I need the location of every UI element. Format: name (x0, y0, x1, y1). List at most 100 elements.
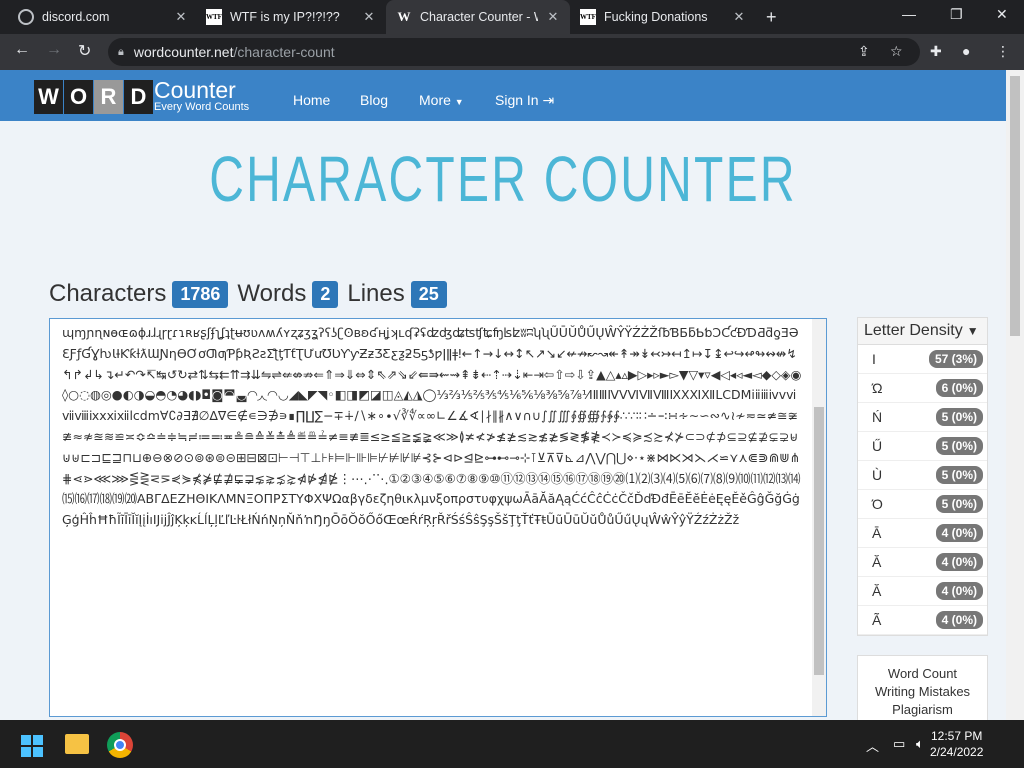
close-icon[interactable]: ✕ (362, 9, 376, 25)
site-header: W O R D Counter Every Word Counts Home B… (0, 70, 1006, 121)
density-char: Ă (872, 583, 882, 599)
counter-stats: Characters 1786 Words 2 Lines 25 (49, 280, 450, 308)
forward-icon[interactable]: → (46, 41, 62, 59)
density-row: I 57 (3%) (858, 345, 987, 374)
density-row: Ù 5 (0%) (858, 461, 987, 490)
taskbar: ︿ ▭ 🔈︎ 12:57 PM 2/24/2022 (0, 720, 1024, 768)
nav-blog[interactable]: Blog (360, 92, 388, 108)
density-count: 4 (0%) (935, 611, 983, 629)
text-input-area[interactable]: ɰɱɲɳɴɵɶɷɸɹɺɻɼɽɾɿʀʁʂʃʄʅʆʇʈʉʊʋʌʍʎʏʐʑʒʓʔʕʖʗ… (49, 318, 827, 717)
lines-count-badge: 25 (410, 280, 447, 308)
clock-time: 12:57 PM (931, 729, 983, 743)
chrome-icon[interactable] (107, 732, 133, 758)
tab-title: Character Counter - W (420, 10, 538, 24)
restore-icon[interactable]: ❐ (950, 6, 963, 23)
nav-sign-in[interactable]: Sign In ⇥ (495, 92, 554, 109)
logo-letter: W (34, 80, 63, 114)
page-heading: CHARACTER COUNTER (209, 143, 797, 215)
logo-title: Counter (154, 77, 236, 103)
wtf-favicon-icon: WTF (580, 9, 596, 25)
caret-down-icon: ▼ (454, 97, 464, 107)
clock-date: 2/24/2022 (930, 745, 984, 759)
density-row: Ű 5 (0%) (858, 432, 987, 461)
volume-icon[interactable]: 🔈︎ (916, 736, 924, 752)
lines-label: Lines (347, 280, 405, 307)
logo-tagline: Every Word Counts (154, 101, 250, 113)
density-count: 4 (0%) (935, 524, 983, 542)
link-word-count[interactable]: Word Count (858, 665, 987, 683)
words-count-badge: 2 (312, 280, 339, 308)
reload-icon[interactable]: ↻ (78, 41, 91, 61)
density-char: Ă (872, 554, 882, 570)
lock-icon[interactable]: 🔒︎ (118, 46, 124, 59)
system-clock[interactable]: 12:57 PM 2/24/2022 (930, 728, 983, 760)
density-count: 4 (0%) (935, 582, 983, 600)
density-row: Ă 4 (0%) (858, 577, 987, 606)
tab-title: WTF is my IP?!?!?? (230, 10, 340, 24)
navigation-bar: ← → ↻ 🔒︎ wordcounter.net/character-count… (0, 34, 1024, 70)
globe-icon (18, 9, 34, 25)
density-char: Ό (872, 496, 883, 512)
density-char: Ã (872, 612, 882, 628)
density-char: Ń (872, 409, 883, 425)
tab-title: Fucking Donations (604, 10, 708, 24)
link-writing-mistakes[interactable]: Writing Mistakes (858, 683, 987, 701)
back-icon[interactable]: ← (14, 41, 30, 59)
close-icon[interactable]: ✕ (174, 9, 188, 25)
minimize-icon[interactable]: — (902, 6, 916, 22)
nav-home[interactable]: Home (293, 92, 330, 108)
link-plagiarism[interactable]: Plagiarism (858, 701, 987, 719)
density-count: 5 (0%) (935, 495, 983, 513)
scrollbar-thumb[interactable] (814, 407, 824, 675)
logo-letter: D (124, 80, 153, 114)
site-logo[interactable]: W O R D (34, 80, 154, 114)
tab-wtf-ip[interactable]: WTF WTF is my IP?!?!?? ✕ (196, 0, 386, 34)
density-char: Ώ (872, 380, 883, 396)
address-path: /character-count (233, 44, 335, 60)
close-icon[interactable]: ✕ (546, 9, 560, 25)
tab-discord[interactable]: discord.com ✕ (8, 0, 198, 34)
density-count: 57 (3%) (928, 350, 983, 368)
window-close-icon[interactable]: ✕ (996, 6, 1008, 23)
density-row: Ώ 6 (0%) (858, 374, 987, 403)
density-char: I (872, 351, 876, 367)
tray-chevron-up-icon[interactable]: ︿ (866, 736, 879, 755)
density-row: Ã 4 (0%) (858, 606, 987, 635)
logo-letter: R (94, 80, 123, 114)
bookmark-star-icon[interactable]: ☆ (890, 43, 903, 60)
nav-more[interactable]: More ▼ (419, 92, 464, 108)
density-char: Ù (872, 467, 883, 483)
density-row: Ā 4 (0%) (858, 519, 987, 548)
characters-label: Characters (49, 280, 167, 307)
words-label: Words (237, 280, 307, 307)
density-row: Ń 5 (0%) (858, 403, 987, 432)
file-explorer-icon[interactable] (65, 734, 89, 754)
density-row: Ό 5 (0%) (858, 490, 987, 519)
network-icon[interactable]: ▭ (893, 736, 905, 752)
tab-bar: discord.com ✕ WTF WTF is my IP?!?!?? ✕ W… (0, 0, 1024, 34)
nav-more-label: More (419, 92, 451, 108)
share-icon[interactable]: ⇪ (858, 43, 870, 60)
density-char: Ű (872, 438, 883, 454)
address-bar[interactable]: 🔒︎ wordcounter.net/character-count (108, 38, 920, 66)
chevron-down-icon[interactable]: ▼ (967, 324, 979, 338)
menu-kebab-icon[interactable]: ⋮ (996, 43, 1010, 60)
web-page: W O R D Counter Every Word Counts Home B… (0, 70, 1024, 720)
density-count: 5 (0%) (935, 437, 983, 455)
wtf-favicon-icon: WTF (206, 9, 222, 25)
tab-character-counter[interactable]: W Character Counter - W ✕ (386, 0, 570, 34)
page-scrollbar-thumb[interactable] (1010, 76, 1020, 336)
extensions-icon[interactable]: ✚ (930, 43, 942, 60)
new-tab-icon[interactable]: + (766, 7, 777, 28)
density-count: 6 (0%) (935, 379, 983, 397)
page-scrollbar[interactable] (1006, 70, 1024, 720)
close-icon[interactable]: ✕ (732, 9, 746, 25)
logo-text[interactable]: Counter Every Word Counts (154, 77, 250, 114)
profile-icon[interactable]: ● (962, 43, 970, 59)
textarea-scrollbar[interactable] (812, 319, 826, 716)
text-content[interactable]: ɰɱɲɳɴɵɶɷɸɹɺɻɼɽɾɿʀʁʂʃʄʅʆʇʈʉʊʋʌʍʎʏʐʑʒʓʔʕʖʗ… (62, 323, 802, 715)
w-favicon-icon: W (396, 9, 412, 25)
tab-donations[interactable]: WTF Fucking Donations ✕ (570, 0, 756, 34)
letter-density-header[interactable]: Letter Density ▼ (858, 318, 987, 345)
windows-start-icon[interactable] (21, 735, 43, 757)
